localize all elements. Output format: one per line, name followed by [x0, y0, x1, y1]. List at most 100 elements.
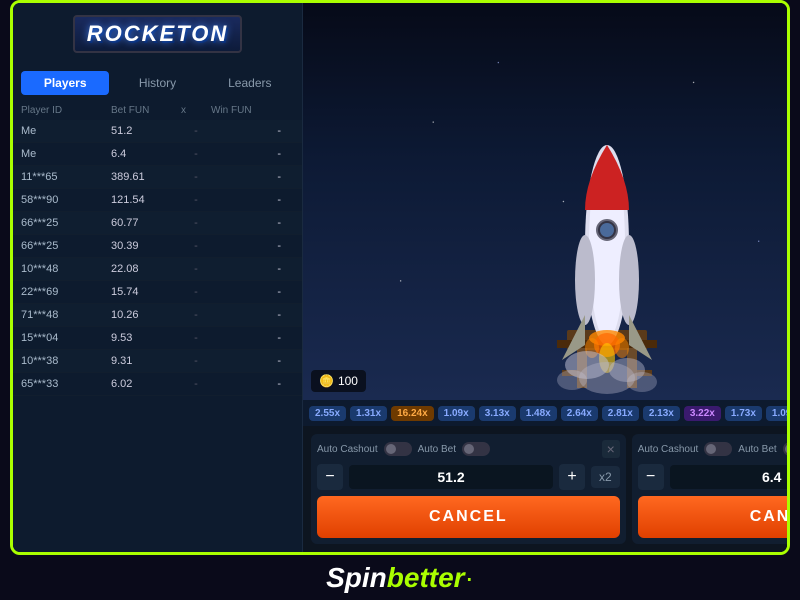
player-bet: 389.61: [111, 171, 181, 183]
tab-history[interactable]: History: [113, 71, 201, 95]
multiplier-chip: 2.13x: [643, 406, 680, 421]
table-header: Player ID Bet FUN x Win FUN: [13, 101, 302, 120]
player-id: 71***48: [21, 309, 111, 321]
bet-value-1[interactable]: [349, 465, 553, 489]
player-id: 66***25: [21, 217, 111, 229]
coins-icon: 🪙: [319, 374, 334, 388]
bet-top-1: Auto Cashout Auto Bet ×: [317, 440, 620, 458]
bet-panel-2: Auto Cashout Auto Bet × − + x2 CAN: [632, 434, 790, 544]
player-id: 65***33: [21, 378, 111, 390]
player-x: -: [181, 125, 211, 137]
brand-spin: Spin: [326, 562, 387, 594]
game-logo: ROCKETON: [73, 15, 243, 53]
player-id: Me: [21, 125, 111, 137]
player-bet: 6.4: [111, 148, 181, 160]
player-row: Me 51.2 - -: [13, 120, 302, 143]
player-row: 11***65 389.61 - -: [13, 166, 302, 189]
player-bet: 51.2: [111, 125, 181, 137]
player-win: -: [211, 125, 281, 137]
game-area: 1 🪙 100 🔊 0: [303, 3, 790, 400]
col-win: Win FUN: [211, 105, 281, 116]
auto-bet-label-2: Auto Bet: [738, 444, 776, 455]
player-row: 66***25 30.39 - -: [13, 235, 302, 258]
player-id: 58***90: [21, 194, 111, 206]
players-list: Me 51.2 - - Me 6.4 - - 11***65 389.61 - …: [13, 120, 302, 552]
right-panel: 1 🪙 100 🔊 0 2.55x1.31x16.24x1.09x3.13x1.…: [303, 3, 790, 552]
multipliers-bar: 2.55x1.31x16.24x1.09x3.13x1.48x2.64x2.81…: [303, 400, 790, 426]
decrease-bet-2[interactable]: −: [638, 464, 664, 490]
player-row: 10***38 9.31 - -: [13, 350, 302, 373]
rocket-container: [497, 80, 717, 400]
player-bet: 30.39: [111, 240, 181, 252]
brand-dot: ·: [465, 562, 474, 594]
player-win: -: [211, 355, 281, 367]
player-x: -: [181, 286, 211, 298]
player-row: 65***33 6.02 - -: [13, 373, 302, 396]
player-win: -: [211, 332, 281, 344]
auto-cashout-label-1: Auto Cashout: [317, 444, 378, 455]
player-row: 22***69 15.74 - -: [13, 281, 302, 304]
player-id: 10***48: [21, 263, 111, 275]
player-id: 66***25: [21, 240, 111, 252]
close-panel-1[interactable]: ×: [602, 440, 620, 458]
bet-amount-row-1: − + x2: [317, 464, 620, 490]
col-bet: Bet FUN: [111, 105, 181, 116]
multiplier-chip: 16.24x: [391, 406, 434, 421]
multiplier-chip: 1.48x: [520, 406, 557, 421]
left-panel: ROCKETON Players History Leaders Player …: [13, 3, 303, 552]
player-id: 15***04: [21, 332, 111, 344]
multiplier-chip: 3.13x: [479, 406, 516, 421]
tab-leaders[interactable]: Leaders: [206, 71, 294, 95]
multiplier-chip: 1.09x: [766, 406, 790, 421]
double-bet-1[interactable]: x2: [591, 466, 620, 488]
player-bet: 121.54: [111, 194, 181, 206]
bet-value-2[interactable]: [670, 465, 790, 489]
bet-top-2: Auto Cashout Auto Bet ×: [638, 440, 790, 458]
multiplier-chip: 2.55x: [309, 406, 346, 421]
cancel-button-2[interactable]: CANCEL: [638, 496, 790, 538]
player-row: 15***04 9.53 - -: [13, 327, 302, 350]
player-bet: 60.77: [111, 217, 181, 229]
player-id: 11***65: [21, 171, 111, 183]
branding-bar: Spin better ·: [326, 555, 474, 600]
game-container: ROCKETON Players History Leaders Player …: [10, 0, 790, 555]
player-bet: 6.02: [111, 378, 181, 390]
player-x: -: [181, 217, 211, 229]
tab-players[interactable]: Players: [21, 71, 109, 95]
decrease-bet-1[interactable]: −: [317, 464, 343, 490]
player-id: 22***69: [21, 286, 111, 298]
player-win: -: [211, 309, 281, 321]
cancel-button-1[interactable]: CANCEL: [317, 496, 620, 538]
player-row: Me 6.4 - -: [13, 143, 302, 166]
player-bet: 10.26: [111, 309, 181, 321]
bet-controls: Auto Cashout Auto Bet × − + x2 CAN: [303, 426, 790, 552]
player-id: 10***38: [21, 355, 111, 367]
player-x: -: [181, 332, 211, 344]
player-x: -: [181, 355, 211, 367]
player-x: -: [181, 194, 211, 206]
coins-value: 100: [338, 374, 358, 388]
player-win: -: [211, 286, 281, 298]
bet-panel-1: Auto Cashout Auto Bet × − + x2 CAN: [311, 434, 626, 544]
logo-area: ROCKETON: [13, 3, 302, 65]
player-row: 66***25 60.77 - -: [13, 212, 302, 235]
auto-cashout-toggle-2[interactable]: [704, 442, 732, 456]
col-player-id: Player ID: [21, 105, 111, 116]
player-row: 10***48 22.08 - -: [13, 258, 302, 281]
player-x: -: [181, 378, 211, 390]
auto-cashout-toggle-1[interactable]: [384, 442, 412, 456]
auto-cashout-label-2: Auto Cashout: [638, 444, 699, 455]
coins-badge: 🪙 100: [311, 370, 366, 392]
player-row: 71***48 10.26 - -: [13, 304, 302, 327]
player-win: -: [211, 240, 281, 252]
brand-better: better: [387, 562, 465, 594]
player-win: -: [211, 194, 281, 206]
player-bet: 22.08: [111, 263, 181, 275]
player-row: 58***90 121.54 - -: [13, 189, 302, 212]
player-win: -: [211, 217, 281, 229]
player-win: -: [211, 148, 281, 160]
increase-bet-1[interactable]: +: [559, 464, 585, 490]
auto-bet-toggle-1[interactable]: [462, 442, 490, 456]
tabs-bar: Players History Leaders: [13, 65, 302, 101]
auto-bet-toggle-2[interactable]: [783, 442, 790, 456]
